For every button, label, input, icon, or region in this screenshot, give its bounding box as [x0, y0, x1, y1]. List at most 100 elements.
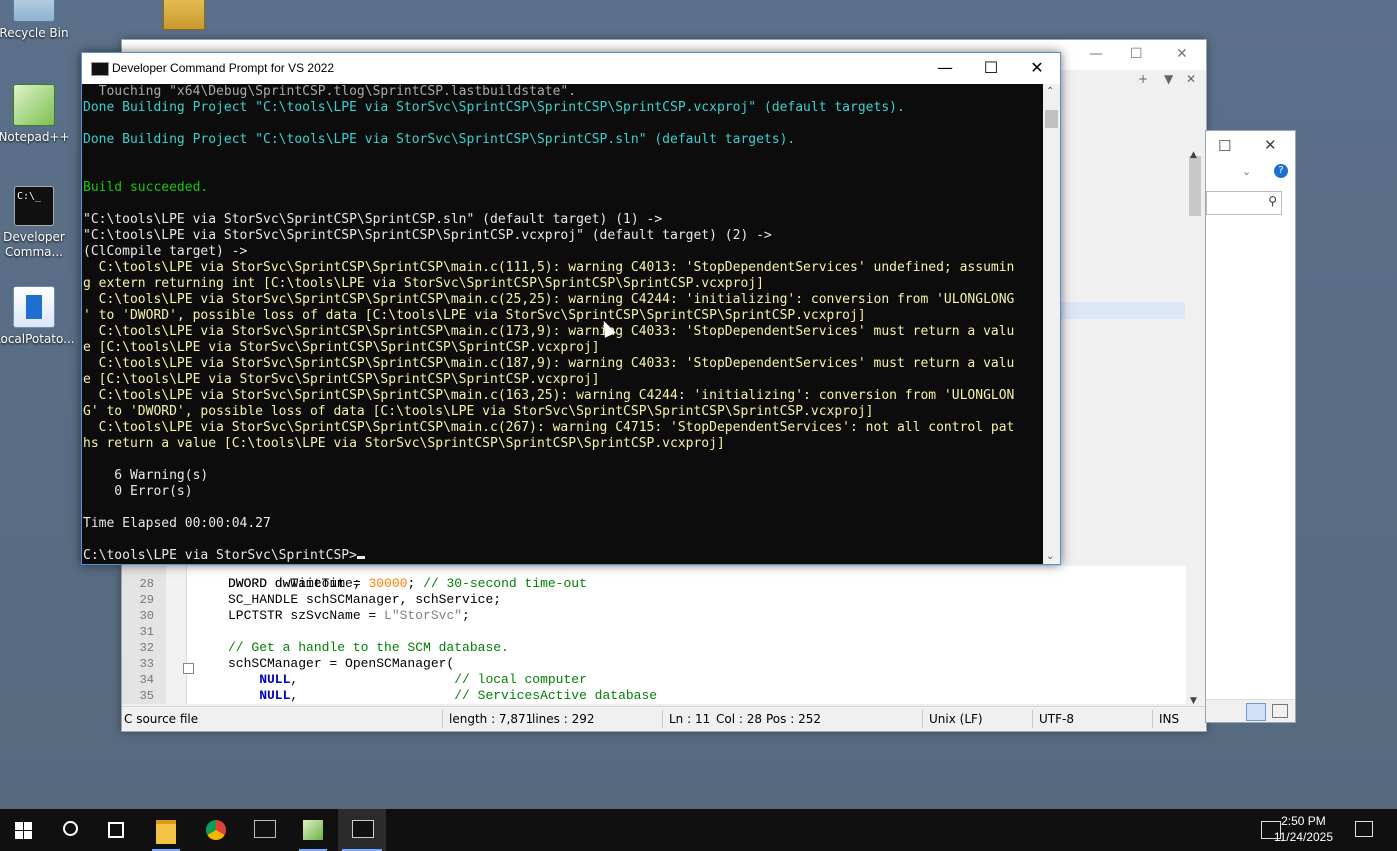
console-prompt[interactable]: C:\tools\LPE via StorSvc\SprintCSP> — [83, 548, 365, 563]
minimize-icon[interactable]: — — [1089, 46, 1103, 62]
code-token: DWORD dwWaitTime; — [228, 576, 361, 591]
code-token: L"StorSvc" — [384, 608, 463, 623]
status-pos: Pos : 252 — [766, 712, 821, 726]
taskbar: 2:50 PM 11/24/2025 — [0, 809, 1397, 851]
minimize-button[interactable]: — — [922, 53, 968, 84]
cmd-scrollbar[interactable]: ⌃ ⌄ — [1043, 84, 1060, 564]
notepadpp-button[interactable] — [289, 809, 337, 851]
close-icon[interactable]: ✕ — [1264, 136, 1277, 154]
code-line: 28 DWORD dwWaitTime; — [122, 576, 1186, 592]
dev-cmd-icon — [352, 820, 374, 838]
console-line: e [C:\tools\LPE via StorSvc\SprintCSP\Sp… — [83, 340, 600, 355]
application-icon — [13, 286, 55, 328]
maximize-icon[interactable]: ☐ — [1218, 137, 1231, 155]
desktop-icon-recycle-bin[interactable]: Recycle Bin — [0, 0, 74, 41]
chevron-down-icon[interactable]: ▼ — [1190, 696, 1197, 706]
console-output[interactable]: Touching "x64\Debug\SprintCSP.tlog\Sprin… — [83, 84, 1043, 563]
maximize-button[interactable]: ☐ — [968, 53, 1014, 84]
notepadpp-scrollbar[interactable]: ▲ ▼ — [1186, 150, 1204, 706]
line-number: 28 — [139, 577, 154, 591]
chevron-down-icon[interactable]: ⌄ — [1242, 165, 1251, 178]
code-token: NULL — [228, 672, 291, 687]
scrollbar-thumb[interactable] — [1189, 156, 1201, 216]
code-token: NULL — [228, 688, 291, 703]
cmd-titlebar[interactable]: Developer Command Prompt for VS 2022 — ☐… — [82, 53, 1060, 84]
console-line: Touching "x64\Debug\SprintCSP.tlog\Sprin… — [83, 84, 577, 99]
close-icon[interactable]: ✕ — [1186, 72, 1196, 86]
minimize-icon: — — [937, 58, 953, 77]
prompt-text: C:\tools\LPE via StorSvc\SprintCSP> — [83, 548, 357, 563]
desktop-icon-label: Recycle Bin — [0, 26, 69, 40]
code-line: 33 schSCManager = OpenSCManager( — [122, 656, 1186, 672]
status-length: length : 7,871 — [449, 712, 534, 726]
line-number: 33 — [139, 657, 154, 671]
code-token: // local computer — [454, 672, 587, 687]
chevron-down-icon[interactable]: ⌄ — [1046, 551, 1054, 562]
search-button[interactable] — [46, 809, 94, 851]
status-col: Col : 28 — [716, 712, 762, 726]
desktop-icon-localpotato[interactable]: LocalPotato... — [0, 286, 75, 347]
chevron-up-icon[interactable]: ⌃ — [1046, 86, 1054, 97]
console-icon — [91, 62, 109, 76]
developer-command-prompt-window[interactable]: Developer Command Prompt for VS 2022 — ☐… — [81, 52, 1061, 565]
cmd-button[interactable] — [240, 809, 288, 851]
close-icon[interactable]: ✕ — [1176, 46, 1188, 62]
search-icon[interactable]: ⚲ — [1268, 194, 1277, 208]
file-explorer-button[interactable] — [142, 809, 190, 851]
desktop-icon-developer-command[interactable]: C:\_ Developer Comma... — [0, 186, 74, 260]
code-line: 35 NULL, // ServicesActive database — [122, 688, 1186, 704]
console-line: C:\tools\LPE via StorSvc\SprintCSP\Sprin… — [83, 260, 1015, 275]
code-editor[interactable]: DWORD dwTimeout = 30000; // 30-second ti… — [122, 566, 1186, 704]
close-icon: ✕ — [1030, 58, 1044, 77]
plus-icon[interactable]: + — [1138, 72, 1148, 86]
console-line: C:\tools\LPE via StorSvc\SprintCSP\Sprin… — [83, 420, 1015, 435]
chrome-button[interactable] — [192, 809, 240, 851]
scrollbar-thumb[interactable] — [1045, 110, 1058, 128]
chevron-up-icon[interactable]: ▲ — [1190, 150, 1197, 160]
clock[interactable]: 2:50 PM 11/24/2025 — [1274, 813, 1333, 845]
console-icon: C:\_ — [14, 186, 54, 226]
line-number: 35 — [139, 689, 154, 703]
desktop-icon-notepadpp[interactable]: Notepad++ — [0, 84, 74, 145]
clock-time: 2:50 PM — [1281, 814, 1326, 828]
dev-cmd-button[interactable] — [338, 809, 386, 851]
desktop-icon-label: LocalPotato... — [0, 332, 75, 346]
code-line: 31 — [122, 624, 1186, 640]
console-line: C:\tools\LPE via StorSvc\SprintCSP\Sprin… — [83, 356, 1015, 371]
status-bar: C source file length : 7,871 lines : 292… — [122, 706, 1206, 731]
code-token: , — [290, 688, 455, 703]
console-line: g extern returning int [C:\tools\LPE via… — [83, 276, 764, 291]
start-button[interactable] — [0, 809, 48, 851]
maximize-icon[interactable]: ☐ — [1130, 46, 1143, 62]
task-view-button[interactable] — [92, 809, 140, 851]
recycle-bin-icon — [13, 0, 55, 22]
line-number: 30 — [139, 609, 154, 623]
chevron-down-icon[interactable]: ▼ — [1164, 72, 1173, 86]
chrome-icon — [206, 820, 226, 840]
explorer-status — [1206, 699, 1295, 722]
status-line: Ln : 11 — [669, 712, 711, 726]
clock-date: 11/24/2025 — [1273, 830, 1333, 844]
line-number: 29 — [139, 593, 154, 607]
notepadpp-icon — [13, 84, 55, 126]
console-line: C:\tools\LPE via StorSvc\SprintCSP\Sprin… — [83, 292, 1015, 307]
large-icons-view-icon[interactable] — [1272, 704, 1288, 718]
notification-icon[interactable] — [1355, 821, 1373, 837]
desktop-icon-label: Developer Comma... — [3, 230, 65, 259]
tools-folder-icon[interactable] — [163, 0, 205, 30]
maximize-icon: ☐ — [983, 58, 999, 77]
search-box[interactable]: ⚲ — [1206, 191, 1282, 215]
status-file-type: C source file — [124, 712, 199, 726]
cmd-icon — [254, 820, 276, 838]
text-cursor — [356, 556, 365, 559]
code-token: LPCTSTR szSvcName = — [228, 608, 385, 623]
status-eol: Unix (LF) — [929, 712, 983, 726]
details-view-icon[interactable] — [1246, 703, 1266, 721]
explorer-window[interactable]: ☐ ✕ ⌄ ? ⚲ — [1205, 130, 1296, 723]
current-line-highlight — [1061, 302, 1185, 319]
close-button[interactable]: ✕ — [1014, 53, 1060, 84]
console-line: e [C:\tools\LPE via StorSvc\SprintCSP\Sp… — [83, 372, 600, 387]
console-line: Done Building Project "C:\tools\LPE via … — [83, 100, 905, 115]
help-icon[interactable]: ? — [1274, 164, 1288, 178]
console-line: (ClCompile target) -> — [83, 244, 248, 259]
